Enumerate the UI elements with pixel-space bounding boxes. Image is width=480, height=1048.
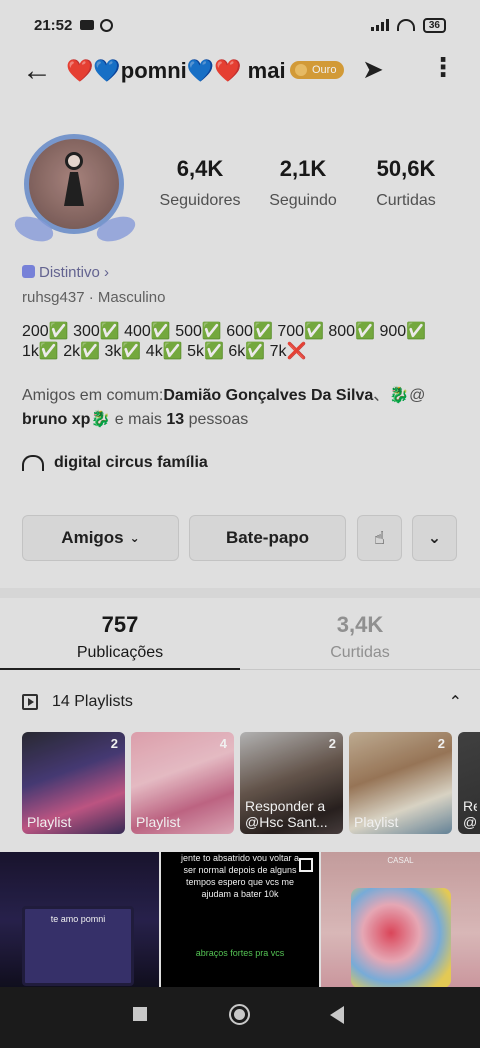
chevron-down-icon: ⌄: [129, 531, 140, 545]
gender: Masculino: [97, 289, 166, 306]
battery-icon: 36: [422, 17, 446, 33]
playlist-card[interactable]: 2 Responder a @Hsc Sant...: [240, 732, 343, 834]
playlist-card[interactable]: 2 Playlist: [22, 732, 125, 834]
mutual-friends-suffix: pessoas: [184, 411, 249, 428]
section-divider: [0, 588, 480, 598]
chat-button[interactable]: Bate-papo: [189, 515, 346, 561]
playlist-card[interactable]: 4 Playlist: [131, 732, 234, 834]
playlist-caption: Re @: [463, 798, 477, 830]
handle: ruhsg437: [22, 289, 85, 306]
expand-button[interactable]: ⌄: [412, 515, 457, 561]
tab-posts[interactable]: 757 Publicações: [0, 612, 240, 662]
avatar-character: [62, 152, 86, 212]
top-nav: ← ❤️💙pomni💙❤️ mai Ouro ➤ ⋮: [0, 52, 480, 94]
playlists-title: 14 Playlists: [52, 693, 133, 710]
system-nav-bar: [0, 987, 480, 1048]
posts-count: 757: [101, 612, 139, 637]
playlist-caption: Playlist: [354, 814, 399, 830]
mutual-friends-count: 13: [166, 411, 185, 428]
friends-button-label: Amigos: [61, 528, 124, 547]
liked-count: 3,4K: [336, 612, 384, 637]
recents-icon[interactable]: [133, 1007, 147, 1021]
community-label: digital circus família: [54, 454, 208, 471]
more-options-icon[interactable]: ⋮: [430, 52, 456, 83]
share-icon[interactable]: ➤: [362, 54, 384, 85]
likes-stat[interactable]: 50,6K Curtidas: [351, 156, 461, 210]
playlist-count: 4: [219, 736, 227, 751]
community-link[interactable]: digital circus família: [22, 454, 208, 472]
bio-line: 200✅ 300✅ 400✅ 500✅ 600✅ 700✅ 800✅ 900✅: [22, 323, 427, 340]
video-caption: CASAL: [387, 856, 414, 865]
followers-count: 6,4K: [176, 156, 224, 181]
following-label: Seguindo: [269, 192, 337, 209]
video-tile[interactable]: jente to absatrido vou voltar a ser norm…: [161, 852, 319, 987]
profile-screen: 21:52 36 ← ❤️💙pomni💙❤️ mai Ouro ➤ ⋮ 6,4K…: [0, 0, 480, 1048]
playlist-count: 2: [110, 736, 118, 751]
status-bar: 21:52 36: [0, 0, 480, 50]
mutual-friends[interactable]: Amigos em comum:Damião Gonçalves Da Silv…: [22, 384, 462, 432]
badge-icon: [22, 265, 35, 278]
video-thumbnail-art: [351, 888, 451, 987]
mutual-friends-separator: 、🐉@: [373, 387, 426, 404]
playlist-card[interactable]: Re @: [458, 732, 480, 834]
video-tile[interactable]: te amo pomni: [0, 852, 159, 987]
playlist-icon: [22, 694, 38, 710]
tab-likes[interactable]: 3,4K Curtidas: [240, 612, 480, 662]
profile-meta: ruhsg437 · Masculino: [22, 289, 165, 306]
playlist-card[interactable]: 2 Playlist: [349, 732, 452, 834]
followers-stat[interactable]: 6,4K Seguidores: [145, 156, 255, 210]
signal-icon: [370, 19, 389, 31]
clock: 21:52: [34, 16, 73, 34]
active-tab-indicator: [0, 668, 240, 670]
video-tile[interactable]: CASAL: [321, 852, 480, 987]
playlist-count: 2: [437, 736, 445, 751]
chevron-down-icon: ⌄: [427, 530, 442, 547]
bio-line: 1k✅ 2k✅ 3k✅ 4k✅ 5k✅ 6k✅ 7k❌: [22, 343, 307, 360]
wifi-icon: [396, 19, 415, 31]
home-icon[interactable]: [229, 1004, 250, 1025]
playlist-caption: Responder a @Hsc Sant...: [245, 798, 328, 830]
video-caption: te amo pomni: [50, 914, 106, 924]
bio: 200✅ 300✅ 400✅ 500✅ 600✅ 700✅ 800✅ 900✅ …: [22, 322, 462, 362]
playlist-caption: Playlist: [27, 814, 72, 830]
badge-link[interactable]: Distintivo ›: [22, 264, 109, 281]
whatsapp-icon: [100, 18, 114, 32]
followers-label: Seguidores: [159, 192, 241, 209]
playlist-caption: Playlist: [136, 814, 181, 830]
back-triangle-icon[interactable]: [330, 1006, 344, 1024]
likes-label: Curtidas: [376, 192, 436, 209]
image-post-icon: [299, 858, 313, 872]
playlist-count: 2: [328, 736, 336, 751]
friends-button[interactable]: Amigos ⌄: [22, 515, 179, 561]
mutual-friends-suffix: 🐉 e mais: [90, 411, 167, 428]
mutual-friends-prefix: Amigos em comum:: [22, 387, 164, 404]
following-stat[interactable]: 2,1K Seguindo: [248, 156, 358, 210]
chat-button-label: Bate-papo: [225, 528, 310, 547]
liked-label: Curtidas: [330, 644, 390, 661]
video-caption: abraços fortes pra vcs: [195, 948, 285, 958]
playlists-header[interactable]: 14 Playlists ⌃: [22, 690, 462, 714]
likes-count: 50,6K: [376, 156, 436, 181]
following-count: 2,1K: [279, 156, 327, 181]
chevron-up-icon[interactable]: ⌃: [449, 692, 462, 712]
mutual-friend-name: Damião Gonçalves Da Silva: [163, 387, 374, 404]
screen-record-icon: [80, 20, 95, 30]
mutual-friend-name: bruno xp: [22, 411, 91, 428]
video-caption: jente to absatrido vou voltar a ser norm…: [180, 853, 300, 899]
community-icon: [22, 455, 44, 471]
hand-icon: ☝: [374, 527, 385, 548]
posts-label: Publicações: [76, 644, 164, 661]
avatar[interactable]: [11, 124, 139, 247]
poke-button[interactable]: ☝: [357, 515, 402, 561]
badge-label: Distintivo ›: [39, 264, 110, 281]
tier-badge[interactable]: Ouro: [290, 61, 345, 79]
back-arrow-icon[interactable]: ←: [22, 56, 52, 86]
meta-separator: ·: [84, 289, 98, 306]
